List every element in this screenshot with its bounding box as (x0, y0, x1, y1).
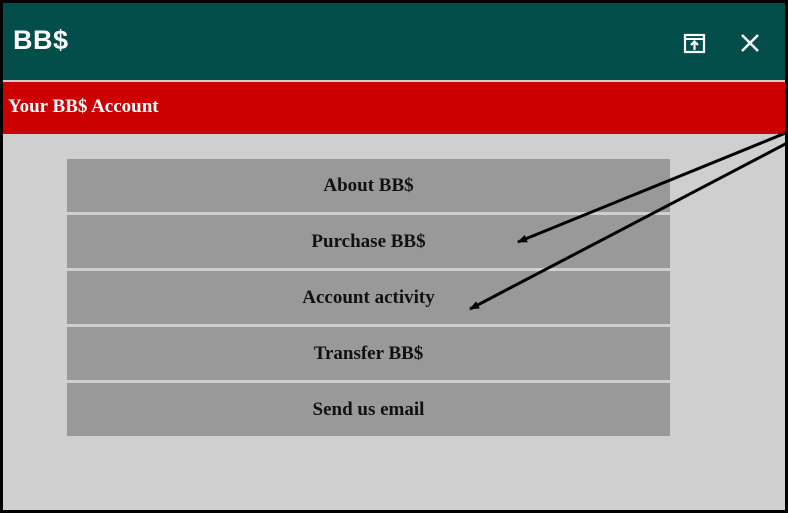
account-title: Your BB$ Account (8, 96, 159, 117)
menu-item-send-email[interactable]: Send us email (67, 383, 670, 436)
account-header: Your BB$ Account (3, 82, 785, 134)
popout-icon[interactable] (682, 30, 708, 56)
menu-item-label: Account activity (302, 286, 435, 308)
app-window: BB$ Your BB$ Account About BB$ Purchase … (0, 0, 788, 513)
menu-item-label: Transfer BB$ (313, 342, 424, 364)
title-bar: BB$ (3, 3, 785, 80)
menu-item-purchase[interactable]: Purchase BB$ (67, 215, 670, 268)
close-icon[interactable] (737, 30, 763, 56)
menu-item-label: Purchase BB$ (311, 230, 426, 252)
menu-item-label: About BB$ (323, 174, 414, 196)
menu-item-about[interactable]: About BB$ (67, 159, 670, 212)
app-title: BB$ (13, 25, 69, 55)
menu-item-account-activity[interactable]: Account activity (67, 271, 670, 324)
menu-item-label: Send us email (312, 398, 425, 420)
account-menu: About BB$ Purchase BB$ Account activity … (67, 159, 670, 439)
menu-item-transfer[interactable]: Transfer BB$ (67, 327, 670, 380)
